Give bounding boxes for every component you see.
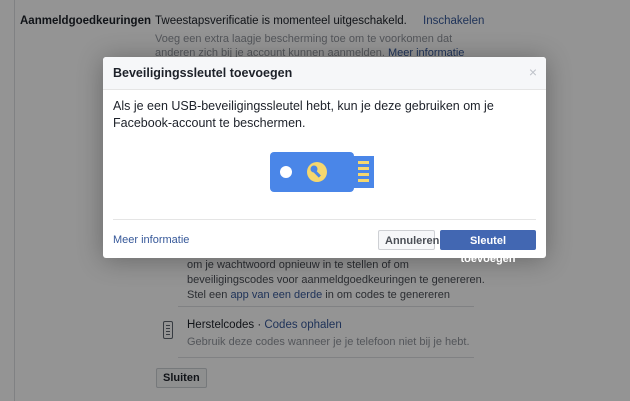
dialog-header: Beveiligingssleutel toevoegen ×: [103, 57, 546, 90]
dialog-body-text: Als je een USB-beveiligingssleutel hebt,…: [113, 99, 494, 130]
dialog-footer-divider: [113, 219, 536, 220]
add-security-key-dialog: Beveiligingssleutel toevoegen × Als je e…: [103, 57, 546, 265]
close-icon[interactable]: ×: [529, 64, 537, 80]
dialog-title: Beveiligingssleutel toevoegen: [113, 66, 293, 80]
usb-security-key-icon: [270, 152, 374, 192]
add-key-button[interactable]: Sleutel toevoegen: [440, 230, 536, 265]
dialog-more-info-link[interactable]: Meer informatie: [113, 234, 189, 246]
cancel-button[interactable]: Annuleren: [378, 230, 439, 250]
